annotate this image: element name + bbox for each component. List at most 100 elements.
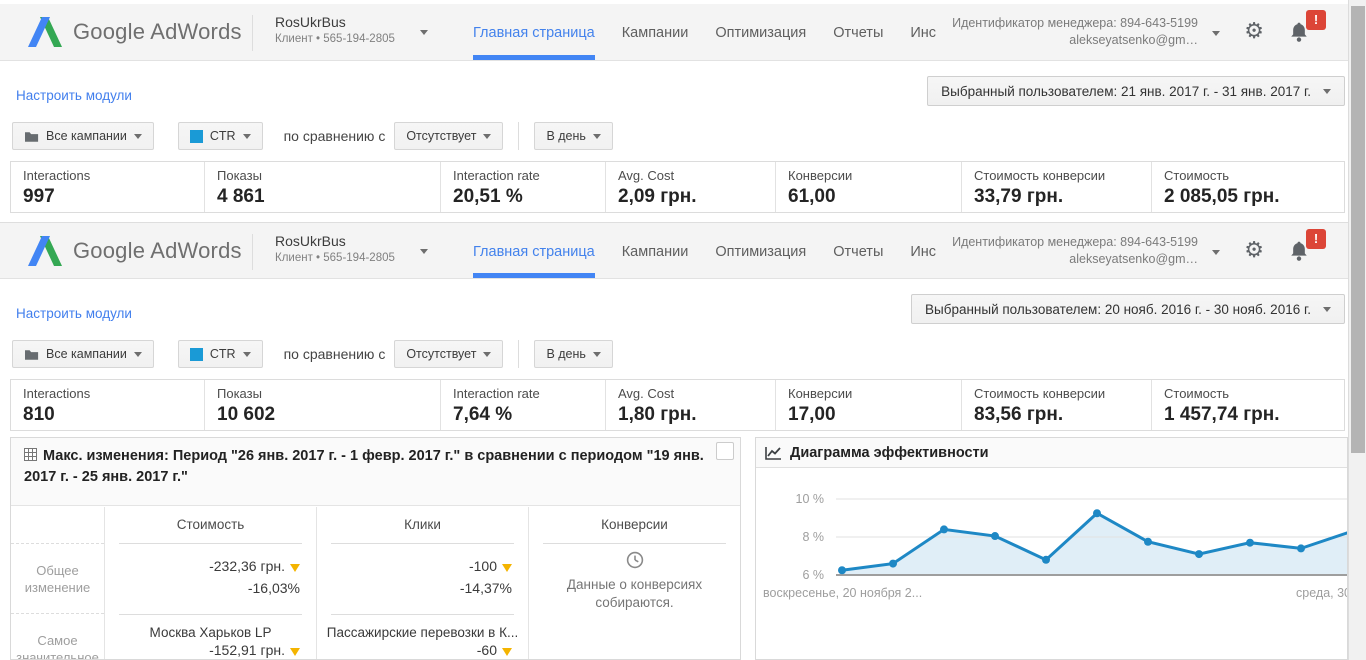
compare-select-button[interactable]: Отсутствует [394, 122, 504, 150]
tab-reports[interactable]: Отчеты [833, 244, 883, 260]
tab-home[interactable]: Главная страница [473, 25, 595, 41]
chart-data-point [889, 559, 897, 568]
metric-value: 10 602 [217, 404, 276, 425]
metric-caret-icon [242, 133, 251, 139]
compare-text: по сравнению с [283, 346, 386, 362]
metric-label: Показы [217, 386, 262, 401]
chart-data-point [1195, 550, 1203, 559]
account-caret-icon[interactable] [420, 30, 428, 35]
tab-optimization[interactable]: Оптимизация [715, 244, 806, 260]
cost-change-value: -232,36 грн. [209, 558, 285, 574]
manager-account-info[interactable]: Идентификатор менеджера: 894-643-5199 al… [898, 234, 1198, 268]
compare-select-label: Отсутствует [406, 129, 477, 143]
chart-data-point [991, 532, 999, 541]
account-name: RosUkrBus [275, 14, 346, 30]
customize-modules-link[interactable]: Настроить модули [16, 88, 132, 103]
controls-divider [518, 122, 520, 150]
panel-collapse-button[interactable] [716, 442, 734, 460]
top-bar: Google AdWords RosUkrBus Клиент • 565-19… [0, 222, 1348, 279]
vertical-scrollbar-thumb[interactable] [1351, 6, 1365, 453]
down-arrow-icon [502, 564, 512, 572]
metric-select-button[interactable]: CTR [177, 340, 263, 368]
compare-text: по сравнению с [283, 128, 386, 144]
account-id: Клиент • 565-194-2805 [275, 252, 395, 264]
all-campaigns-button[interactable]: Все кампании [12, 122, 154, 150]
row-label-column: Общее изменение Самое значительное [11, 507, 105, 659]
down-arrow-icon [290, 564, 300, 572]
metric-conversions: Конверсии 61,00 [775, 162, 961, 212]
date-caret-icon [1323, 306, 1331, 312]
table-icon [24, 448, 37, 461]
metric-impressions: Показы 10 602 [204, 380, 440, 430]
account-name: RosUkrBus [275, 233, 346, 249]
granularity-caret-icon [592, 133, 601, 139]
date-range-button[interactable]: Выбранный пользователем: 20 нояб. 2016 г… [911, 294, 1345, 324]
column-cost: Стоимость -232,36 грн. -16,03% Москва Ха… [105, 507, 317, 659]
header-divider [252, 234, 253, 270]
metric-label: Interactions [23, 386, 91, 401]
folder-icon [25, 131, 39, 142]
metric-avg-cost: Avg. Cost 2,09 грн. [605, 162, 775, 212]
manager-caret-icon[interactable] [1212, 250, 1220, 255]
all-campaigns-label: Все кампании [46, 129, 127, 143]
cost-campaign-value: -152,91 грн. [209, 642, 285, 658]
manager-account-info[interactable]: Идентификатор менеджера: 894-643-5199 al… [898, 15, 1198, 49]
vertical-scrollbar-track[interactable] [1348, 0, 1366, 660]
account-selector[interactable]: RosUkrBus Клиент • 565-194-2805 [275, 233, 395, 264]
account-selector[interactable]: RosUkrBus Клиент • 565-194-2805 [275, 14, 395, 45]
granularity-button[interactable]: В день [534, 122, 613, 150]
metric-interactions: Interactions 810 [11, 380, 204, 430]
customize-modules-link[interactable]: Настроить модули [16, 306, 132, 321]
metric-label: Стоимость [1164, 386, 1230, 401]
tab-campaigns[interactable]: Кампании [622, 25, 689, 41]
logo-text: Google AdWords [73, 238, 242, 263]
metric-label: Показы [217, 168, 262, 183]
notification-badge: ! [1306, 10, 1326, 30]
all-campaigns-button[interactable]: Все кампании [12, 340, 154, 368]
tab-optimization[interactable]: Оптимизация [715, 25, 806, 41]
x-axis-start-label: воскресенье, 20 ноября 2... [763, 586, 923, 600]
clicks-change-value: -100 [468, 558, 497, 574]
dashboard-section-2: Google AdWords RosUkrBus Клиент • 565-19… [0, 222, 1348, 440]
tab-campaigns[interactable]: Кампании [622, 244, 689, 260]
cost-campaign-name[interactable]: Москва Харьков LP [105, 615, 316, 640]
metric-value: 83,56 грн. [974, 404, 1064, 425]
metric-label: Конверсии [788, 168, 853, 183]
metric-label: Стоимость конверсии [974, 386, 1106, 401]
controls-row: Все кампании CTR по сравнению с Отсутств… [12, 122, 613, 150]
clock-icon [626, 551, 643, 569]
metric-select-button[interactable]: CTR [177, 122, 263, 150]
gear-icon[interactable]: ⚙ [1244, 237, 1264, 265]
gear-icon[interactable]: ⚙ [1244, 18, 1264, 46]
dashboard-section-1: Google AdWords RosUkrBus Клиент • 565-19… [0, 4, 1348, 222]
account-id: Клиент • 565-194-2805 [275, 33, 395, 45]
compare-select-button[interactable]: Отсутствует [394, 340, 504, 368]
account-caret-icon[interactable] [420, 249, 428, 254]
clicks-campaign-name[interactable]: Пассажирские перевозки в К... [317, 615, 528, 640]
metric-value: 4 861 [217, 186, 265, 207]
metric-value: 2 085,05 грн. [1164, 186, 1280, 207]
performance-chart-title: Диаграмма эффективности [790, 444, 989, 461]
metrics-bar: Interactions 810 Показы 10 602 Interacti… [10, 379, 1345, 431]
clicks-total-change-cell: -100 -14,37% [317, 544, 528, 614]
metric-select-label: CTR [209, 347, 236, 361]
top-changes-table: Общее изменение Самое значительное Стоим… [11, 507, 740, 659]
header-divider [252, 15, 253, 51]
tab-reports[interactable]: Отчеты [833, 25, 883, 41]
active-tab-indicator [473, 55, 595, 60]
metric-label: Avg. Cost [618, 168, 675, 183]
main-nav: Главная страница Кампании Оптимизация От… [473, 4, 936, 61]
adwords-logo: Google AdWords [28, 236, 242, 266]
granularity-button[interactable]: В день [534, 340, 613, 368]
tab-home[interactable]: Главная страница [473, 244, 595, 260]
metric-interaction-rate: Interaction rate 7,64 % [440, 380, 605, 430]
campaigns-caret-icon [133, 133, 142, 139]
column-header-conversions: Конверсии [601, 517, 668, 532]
column-header-cost: Стоимость [176, 517, 245, 532]
metric-value: 1,80 грн. [618, 404, 697, 425]
metric-value: 33,79 грн. [974, 186, 1064, 207]
date-range-button[interactable]: Выбранный пользователем: 21 янв. 2017 г.… [927, 76, 1345, 106]
manager-caret-icon[interactable] [1212, 31, 1220, 36]
folder-icon [25, 349, 39, 360]
adwords-logo: Google AdWords [28, 17, 242, 47]
